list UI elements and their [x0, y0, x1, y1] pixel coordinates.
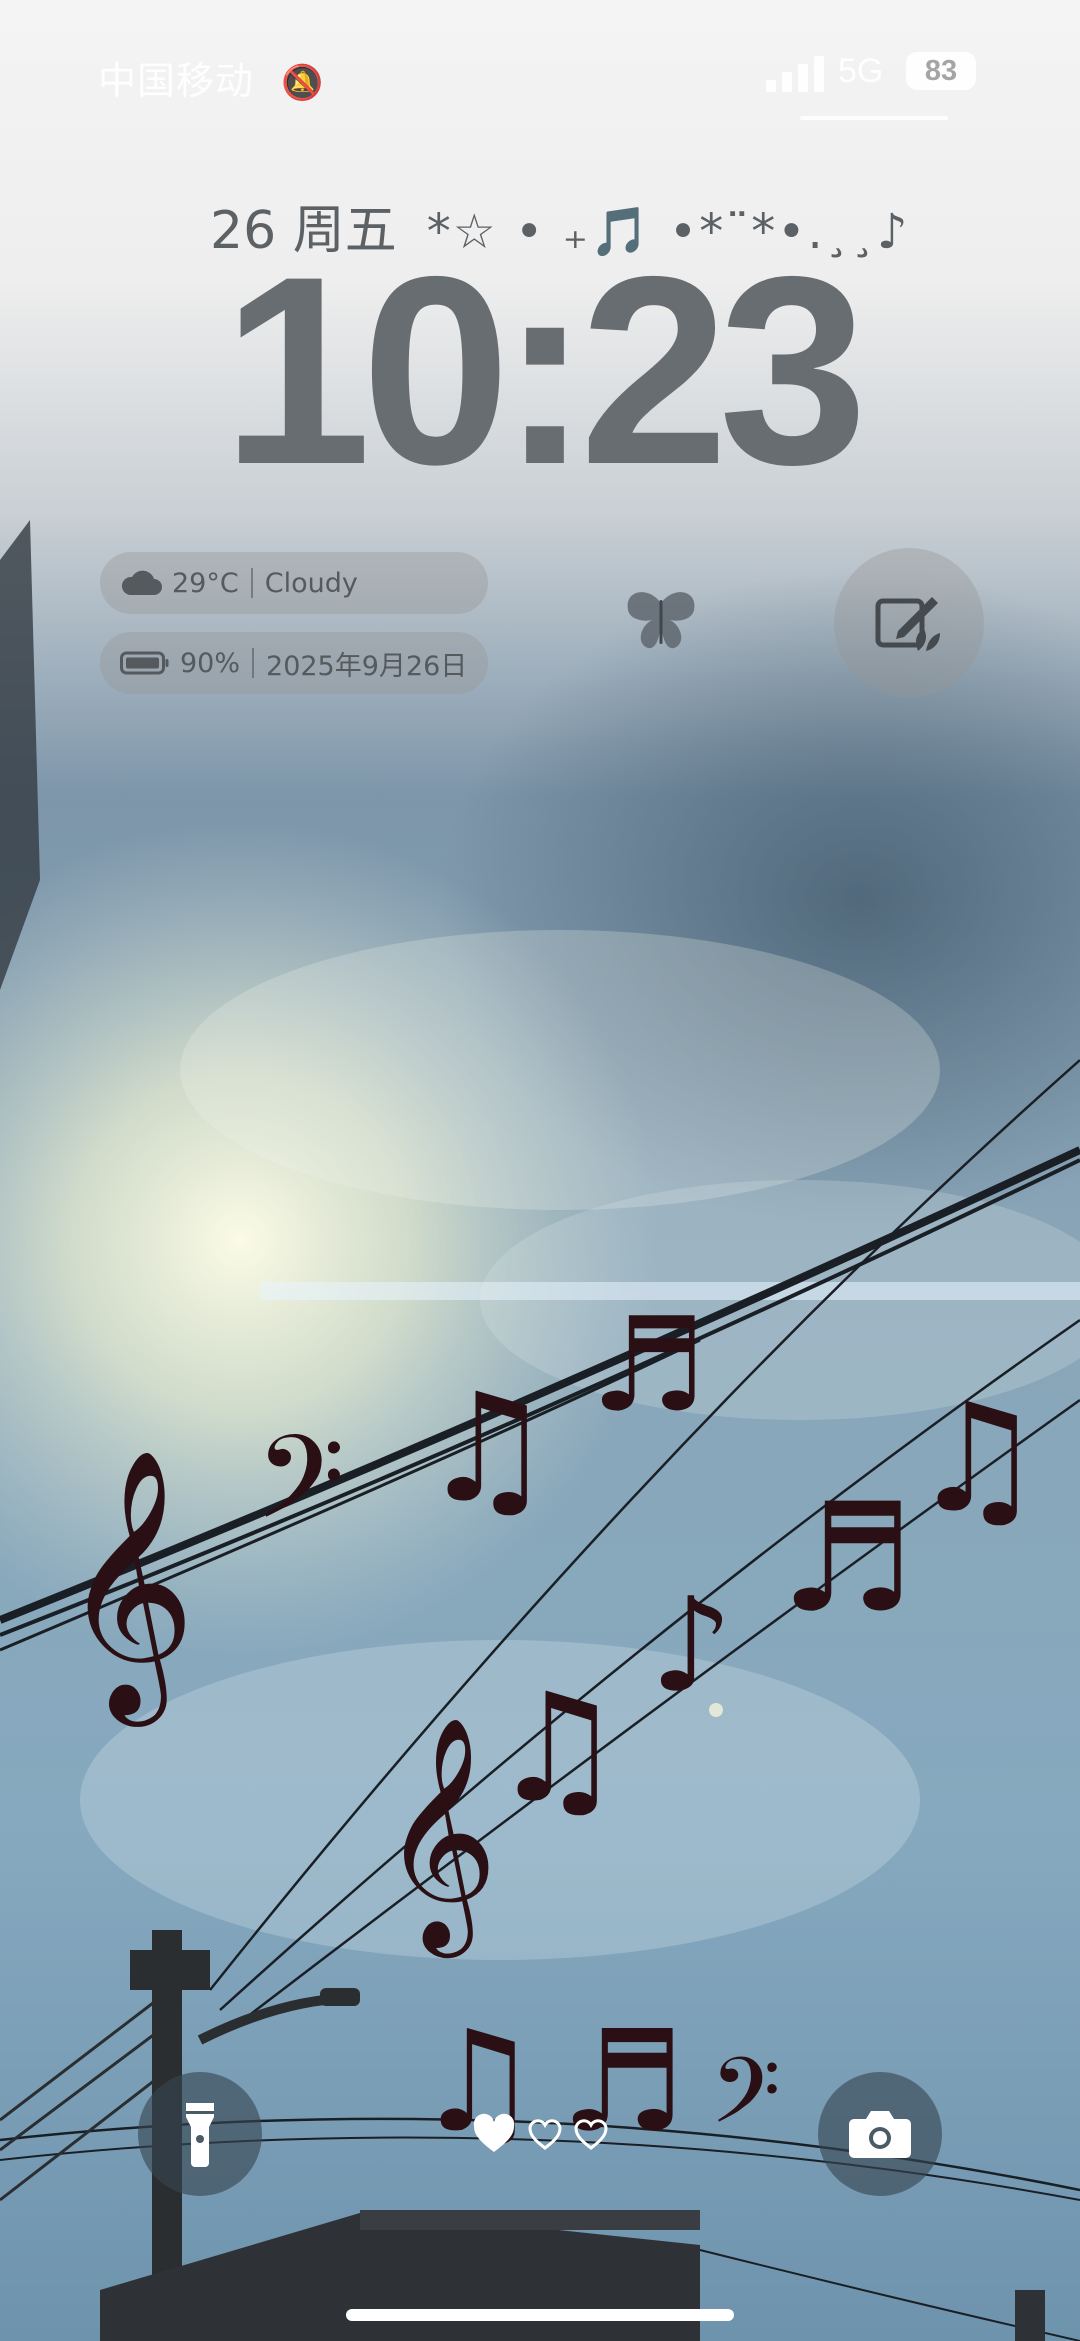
weather-condition: Cloudy [264, 567, 358, 599]
flashlight-button[interactable] [138, 2072, 262, 2196]
home-indicator[interactable] [346, 2309, 734, 2321]
weather-widget[interactable]: 29°C Cloudy [100, 552, 488, 614]
svg-text:♬: ♬ [780, 1472, 914, 1646]
svg-text:𝄢: 𝄢 [255, 1411, 345, 1574]
heart-icon [528, 2119, 562, 2150]
widget-date: 2025年9月26日 [266, 650, 468, 682]
svg-text:♬: ♬ [590, 1289, 707, 1441]
carrier-name: 中国移动 🔕 [98, 50, 324, 105]
widget-divider [250, 568, 253, 598]
svg-text:♪: ♪ [650, 1569, 733, 1721]
weather-temperature: 29°C [172, 567, 239, 599]
svg-text:♫: ♫ [910, 1372, 1044, 1546]
status-underline [800, 116, 948, 120]
status-bar: 中国移动 🔕 5G 83 [0, 0, 1080, 150]
bell-slash-icon: 🔕 [281, 63, 325, 103]
svg-text:♫: ♫ [420, 1362, 554, 1536]
page-indicator [473, 2113, 608, 2152]
carrier-label: 中国移动 [98, 59, 255, 103]
battery-level: 90% [180, 647, 241, 679]
camera-icon [849, 2111, 911, 2158]
svg-text:𝄞: 𝄞 [60, 1448, 196, 1727]
svg-text:♫: ♫ [490, 1662, 624, 1836]
network-type: 5G [838, 52, 884, 90]
flashlight-icon [186, 2103, 214, 2167]
battery-icon [120, 651, 169, 675]
edit-widget-button[interactable] [834, 548, 984, 698]
svg-text:𝄢: 𝄢 [710, 2038, 781, 2166]
widget-divider [252, 648, 255, 678]
svg-text:𝄞: 𝄞 [380, 1715, 498, 1958]
battery-date-widget[interactable]: 90% 2025年9月26日 [100, 632, 488, 694]
heart-icon [574, 2119, 608, 2150]
battery-indicator: 83 [906, 52, 976, 90]
cloud-icon [121, 570, 162, 595]
lock-time: 10:23 [222, 220, 867, 520]
camera-button[interactable] [818, 2072, 942, 2196]
cellular-signal-icon [766, 56, 824, 92]
butterfly-icon[interactable] [624, 588, 698, 654]
edit-widget-icon [875, 597, 940, 651]
heart-icon [473, 2113, 515, 2152]
